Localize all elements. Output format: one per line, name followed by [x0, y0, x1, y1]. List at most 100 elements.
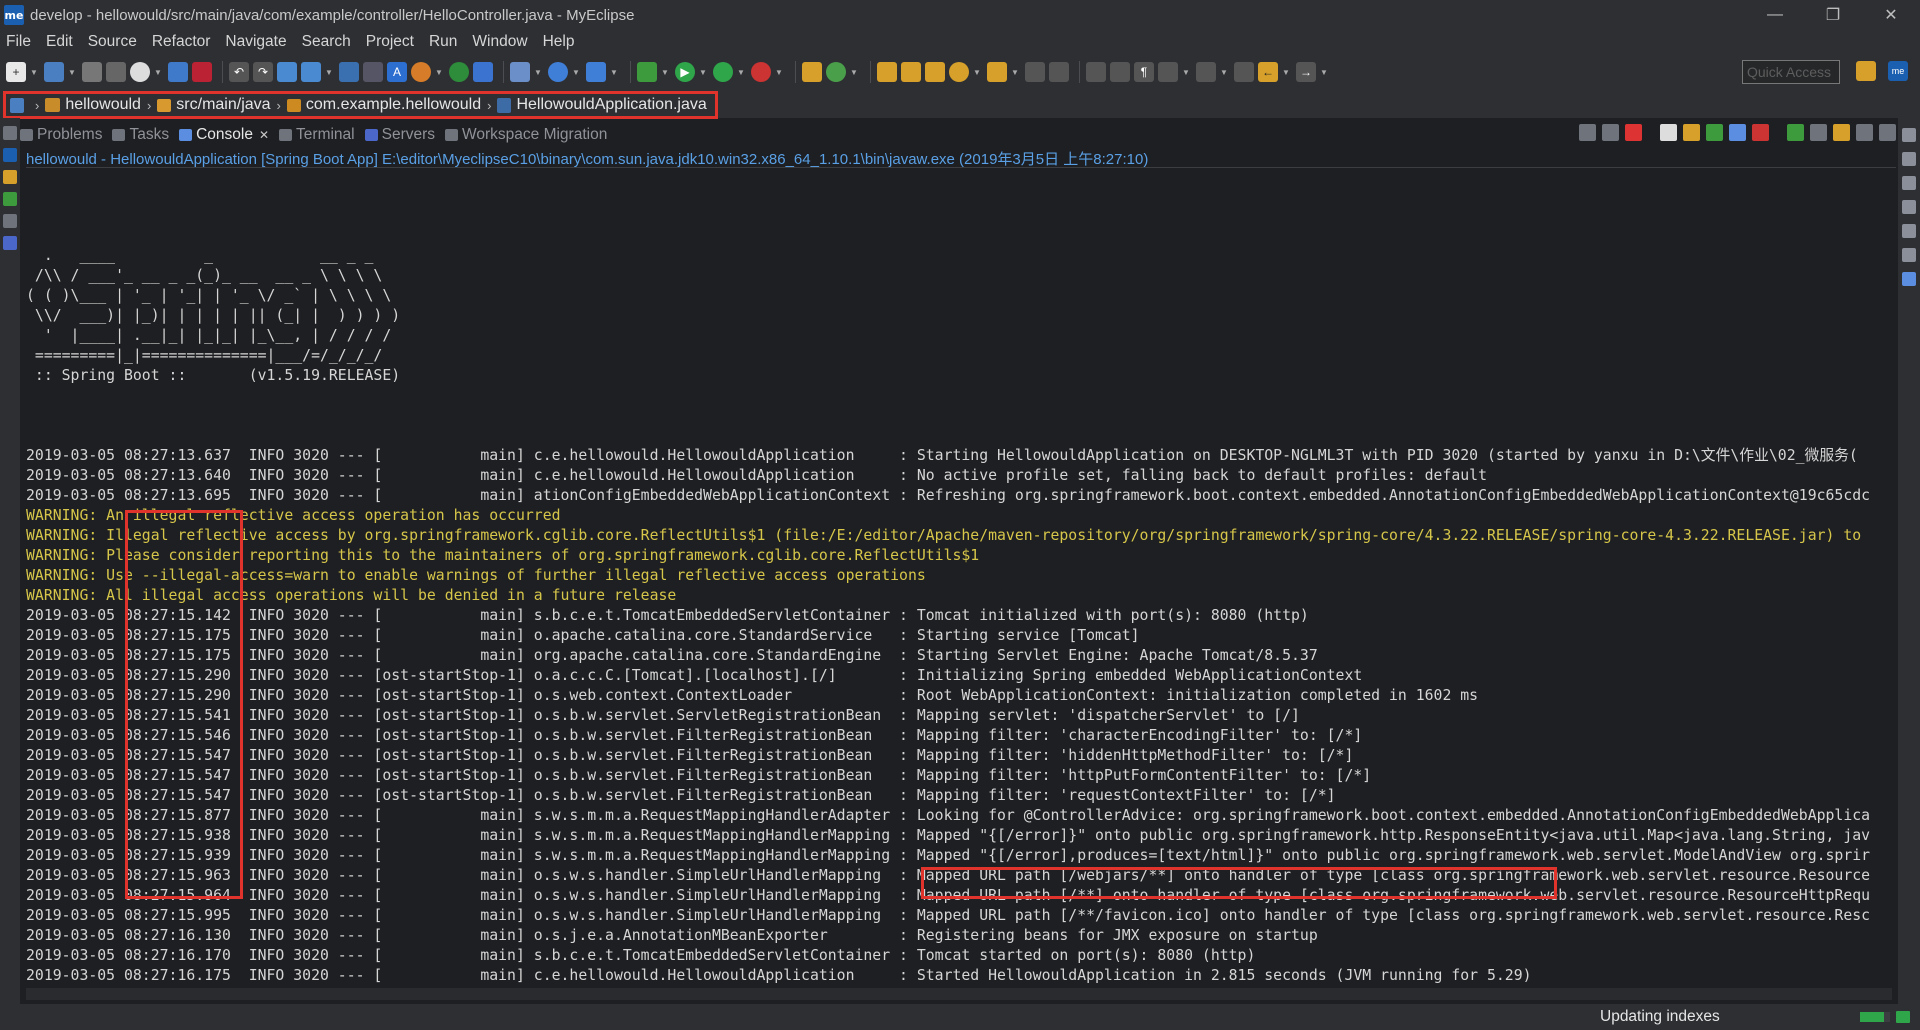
breadcrumb-item-file[interactable]: HellowouldApplication.java [497, 96, 707, 114]
chevron-down-icon[interactable]: ▼ [325, 62, 333, 82]
toggle-mark-occurrences-icon[interactable] [339, 62, 359, 82]
display-selected-console-icon[interactable] [1810, 124, 1827, 141]
save-icon[interactable] [82, 62, 102, 82]
open-task-icon[interactable] [925, 62, 945, 82]
next-annotation-icon[interactable] [1158, 62, 1178, 82]
run-icon[interactable]: ▶ [675, 62, 695, 82]
chevron-down-icon[interactable]: ▼ [68, 62, 76, 82]
restore-view-icon[interactable] [3, 126, 17, 140]
breadcrumb-root[interactable] [10, 97, 29, 113]
previous-annotation-icon[interactable] [1196, 62, 1216, 82]
open-type-icon[interactable] [877, 62, 897, 82]
task-list-icon[interactable] [1902, 176, 1916, 190]
chevron-down-icon[interactable]: ▼ [30, 62, 38, 82]
menu-refactor[interactable]: Refactor [152, 33, 211, 51]
remove-all-terminated-icon[interactable] [1602, 124, 1619, 141]
myeclipse-perspective-icon[interactable]: me [1888, 61, 1908, 81]
chevron-down-icon[interactable]: ▼ [737, 62, 745, 82]
debug-icon[interactable] [637, 62, 657, 82]
show-on-stderr-icon[interactable] [1752, 124, 1769, 141]
chevron-down-icon[interactable]: ▼ [1320, 62, 1328, 82]
chevron-down-icon[interactable]: ▼ [1182, 62, 1190, 82]
chevron-down-icon[interactable]: ▼ [1282, 62, 1290, 82]
clear-console-icon[interactable] [1660, 124, 1677, 141]
status-icon[interactable] [449, 62, 469, 82]
maximize-view-icon[interactable] [1879, 124, 1896, 141]
palette-icon[interactable] [411, 62, 431, 82]
toggle-breadcrumb-icon[interactable] [1086, 62, 1106, 82]
tab-servers[interactable]: Servers [364, 126, 435, 144]
menu-edit[interactable]: Edit [46, 33, 73, 51]
show-on-stdout-icon[interactable] [1729, 124, 1746, 141]
forward-arrow-icon[interactable]: → [1296, 62, 1316, 82]
menu-help[interactable]: Help [543, 33, 575, 51]
menu-file[interactable]: File [6, 33, 31, 51]
close-icon[interactable]: ✕ [1862, 0, 1920, 30]
chevron-down-icon[interactable]: ▼ [699, 62, 707, 82]
chevron-down-icon[interactable]: ▼ [775, 62, 783, 82]
tab-console[interactable]: Console ✕ [179, 126, 269, 144]
external-tools-icon[interactable] [751, 62, 771, 82]
chevron-down-icon[interactable]: ▼ [154, 62, 162, 82]
scroll-lock-icon[interactable] [1683, 124, 1700, 141]
monitor-icon[interactable] [168, 62, 188, 82]
outline-icon[interactable] [3, 192, 17, 206]
skip-breakpoints-icon[interactable] [192, 62, 212, 82]
block-selection-icon[interactable] [363, 62, 383, 82]
undo-icon[interactable]: ↶ [229, 62, 249, 82]
deploy-icon[interactable] [277, 62, 297, 82]
annotation-icon[interactable] [1025, 62, 1045, 82]
menu-window[interactable]: Window [472, 33, 527, 51]
menu-navigate[interactable]: Navigate [225, 33, 286, 51]
breadcrumb-item-package[interactable]: com.example.hellowould [286, 96, 481, 114]
block-icon[interactable] [1110, 62, 1130, 82]
search-icon[interactable] [949, 62, 969, 82]
folder-icon[interactable] [987, 62, 1007, 82]
chevron-down-icon[interactable]: ▼ [610, 62, 618, 82]
quick-access-input[interactable]: Quick Access [1742, 60, 1840, 84]
new-icon[interactable]: + [6, 62, 26, 82]
chevron-down-icon[interactable]: ▼ [661, 62, 669, 82]
globe-icon[interactable] [548, 62, 568, 82]
minimize-icon[interactable]: — [1746, 0, 1804, 30]
new-java-class-icon[interactable] [802, 62, 822, 82]
publish-icon[interactable] [301, 62, 321, 82]
camera-icon[interactable] [586, 62, 606, 82]
new-project-icon[interactable] [44, 62, 64, 82]
image-preview-icon[interactable] [1902, 224, 1916, 238]
menu-search[interactable]: Search [302, 33, 351, 51]
redo-icon[interactable]: ↷ [253, 62, 273, 82]
open-resource-icon[interactable] [901, 62, 921, 82]
chevron-down-icon[interactable]: ▼ [850, 62, 858, 82]
pencil-icon[interactable] [1049, 62, 1069, 82]
chevron-down-icon[interactable]: ▼ [572, 62, 580, 82]
chevron-down-icon[interactable]: ▼ [435, 62, 443, 82]
progress-view-icon[interactable] [1896, 1011, 1910, 1023]
minimize-view-icon[interactable] [1856, 124, 1873, 141]
server-icon[interactable] [130, 62, 150, 82]
servers-view-icon[interactable] [3, 236, 17, 250]
restore-view-icon[interactable] [1902, 248, 1916, 262]
horizontal-scrollbar[interactable] [26, 988, 1892, 1000]
chevron-down-icon[interactable]: ▼ [1011, 62, 1019, 82]
snippets-view-icon[interactable] [1902, 272, 1916, 286]
tab-tasks[interactable]: Tasks [112, 126, 169, 144]
myeclipse-icon[interactable] [3, 148, 17, 162]
chevron-down-icon[interactable]: ▼ [973, 62, 981, 82]
outline-view-icon[interactable] [1902, 152, 1916, 166]
coverage-icon[interactable] [713, 62, 733, 82]
word-wrap-icon[interactable] [1706, 124, 1723, 141]
save-all-icon[interactable] [106, 62, 126, 82]
remove-launch-icon[interactable] [1579, 124, 1596, 141]
package-explorer-icon[interactable] [3, 170, 17, 184]
flask-icon[interactable] [510, 62, 530, 82]
open-perspective-icon[interactable] [1856, 61, 1876, 81]
show-whitespace-icon[interactable]: ¶ [1134, 62, 1154, 82]
console-output[interactable]: . ____ _ __ _ _ /\\ / ___'_ __ _ _(_)_ _… [26, 186, 1892, 986]
menu-project[interactable]: Project [366, 33, 414, 51]
breadcrumb-item-project[interactable]: hellowould [45, 96, 141, 114]
tab-terminal[interactable]: Terminal [279, 126, 355, 144]
new-package-icon[interactable] [826, 62, 846, 82]
close-icon[interactable]: ✕ [259, 128, 269, 142]
pin-console-icon[interactable] [1787, 124, 1804, 141]
